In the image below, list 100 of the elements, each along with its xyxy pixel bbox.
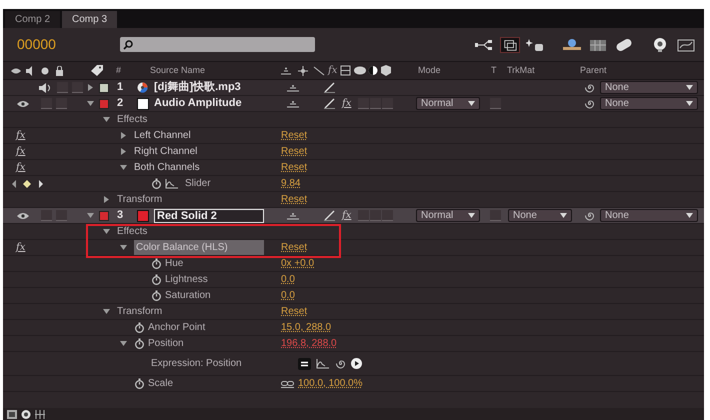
switch-box[interactable] [370,210,382,221]
play-icon[interactable] [351,358,362,369]
expanded-arrow-icon[interactable] [103,116,110,123]
switch-box[interactable] [490,210,501,221]
property-value[interactable]: 0.0 [281,272,295,287]
property-value[interactable]: 9.84 [281,176,300,191]
switch-box[interactable] [56,210,67,221]
switch-box[interactable] [370,98,382,109]
pick-whip-icon[interactable] [335,358,346,369]
globe-icon[interactable] [21,410,31,418]
audio-file-icon [137,82,148,93]
switch-box[interactable] [72,82,83,93]
frames-icon[interactable] [35,410,45,418]
reset-link[interactable]: Reset [281,144,308,159]
expanded-arrow-icon[interactable] [120,164,127,171]
stopwatch-icon[interactable] [151,178,162,189]
expanded-arrow-icon[interactable] [120,244,127,251]
expanded-arrow-icon[interactable] [103,308,110,315]
effect-name[interactable]: Left Channel [134,128,191,143]
speaker-icon[interactable] [39,82,53,92]
stopwatch-icon[interactable] [151,258,162,269]
reset-link[interactable]: Reset [281,128,308,143]
switch-box[interactable] [57,82,68,93]
switch-box[interactable] [358,210,370,221]
expanded-arrow-icon[interactable] [87,212,94,219]
tab[interactable]: Comp 2 [5,11,60,28]
effect-switch[interactable]: fx [16,144,26,159]
layer-row[interactable]: 1 [dj舞曲]快歌.mp3 None [3,80,704,96]
reset-link[interactable]: Reset [281,304,308,319]
label-color-swatch[interactable] [99,98,109,108]
switch-box[interactable] [41,210,52,221]
expanded-arrow-icon[interactable] [103,228,110,235]
shy-switch-icon[interactable] [287,84,299,92]
keyframe-navigator-icon[interactable] [12,180,46,188]
quality-slash-icon[interactable] [324,210,335,221]
property-value[interactable]: 196.8, 288.0 [281,336,337,351]
expression-enable-icon[interactable] [298,358,311,370]
stopwatch-icon[interactable] [134,322,145,333]
label-color-swatch[interactable] [99,82,109,92]
eye-icon[interactable] [17,212,29,220]
collapsed-arrow-icon[interactable] [120,148,127,155]
stopwatch-icon[interactable] [134,338,145,349]
quality-slash-icon[interactable] [324,82,335,93]
tab[interactable]: Comp 3 [62,11,118,28]
layer-row[interactable]: 2 Audio Amplitude fx Normal None [3,96,704,112]
property-value[interactable]: 15.0, 288.0 [281,320,332,335]
collapsed-arrow-icon[interactable] [103,196,110,203]
switch-box[interactable] [382,98,394,109]
layer-number: 1 [116,80,124,96]
layer-row[interactable]: 3 Red Solid 2 fx Normal None None [3,208,704,224]
label-color-swatch[interactable] [99,210,109,220]
parent-dropdown[interactable]: None [600,97,698,110]
switch-box[interactable] [41,98,52,109]
sparkle-cube-icon[interactable] [526,36,546,52]
expanded-arrow-icon[interactable] [120,340,127,347]
timecode[interactable]: 00000 [17,34,120,55]
mode-dropdown[interactable]: Normal [416,209,480,222]
graph-editor-icon[interactable] [676,36,696,52]
stopwatch-icon[interactable] [151,290,162,301]
parent-dropdown[interactable]: None [600,81,698,94]
switch-box[interactable] [56,98,67,109]
stopwatch-icon[interactable] [151,274,162,285]
switch-box[interactable] [490,98,501,109]
property-value[interactable]: 0x +0.0 [281,256,314,271]
shy-switch-icon[interactable] [287,100,299,108]
expanded-arrow-icon[interactable] [87,100,94,107]
chain-link-icon[interactable] [281,380,294,388]
search-field[interactable] [120,37,315,52]
effect-switch[interactable]: fx [342,96,352,111]
collapsed-arrow-icon[interactable] [120,132,127,139]
pick-whip-icon[interactable] [584,82,595,93]
effect-switch[interactable]: fx [16,240,26,255]
comp-icon[interactable] [7,410,17,418]
stopwatch-icon[interactable] [134,378,145,389]
pick-whip-icon[interactable] [584,98,595,109]
effect-switch[interactable]: fx [16,160,26,175]
layer-name-field[interactable]: Red Solid 2 [154,208,264,222]
graph-icon[interactable] [165,178,179,188]
reset-link[interactable]: Reset [281,240,308,255]
effect-switch[interactable]: fx [16,128,26,143]
effect-name[interactable]: Color Balance (HLS) [134,240,264,255]
switch-box[interactable] [382,210,394,221]
pick-whip-icon[interactable] [584,210,595,221]
effect-name[interactable]: Right Channel [134,144,198,159]
reset-link[interactable]: Reset [281,192,308,207]
switch-box[interactable] [358,98,370,109]
frame-icon[interactable] [500,36,520,52]
quality-slash-icon[interactable] [324,98,335,109]
eye-icon[interactable] [17,100,29,108]
effect-name[interactable]: Both Channels [134,160,200,175]
track-matte-dropdown[interactable]: None [508,209,572,222]
shy-switch-icon[interactable] [287,212,299,220]
property-value[interactable]: 100.0, 100.0% [298,376,362,391]
collapsed-arrow-icon[interactable] [87,84,94,91]
graph-icon[interactable] [316,358,330,368]
parent-dropdown[interactable]: None [600,209,698,222]
reset-link[interactable]: Reset [281,160,308,175]
property-value[interactable]: 0.0 [281,288,295,303]
effect-switch[interactable]: fx [342,208,352,223]
mode-dropdown[interactable]: Normal [416,97,480,110]
